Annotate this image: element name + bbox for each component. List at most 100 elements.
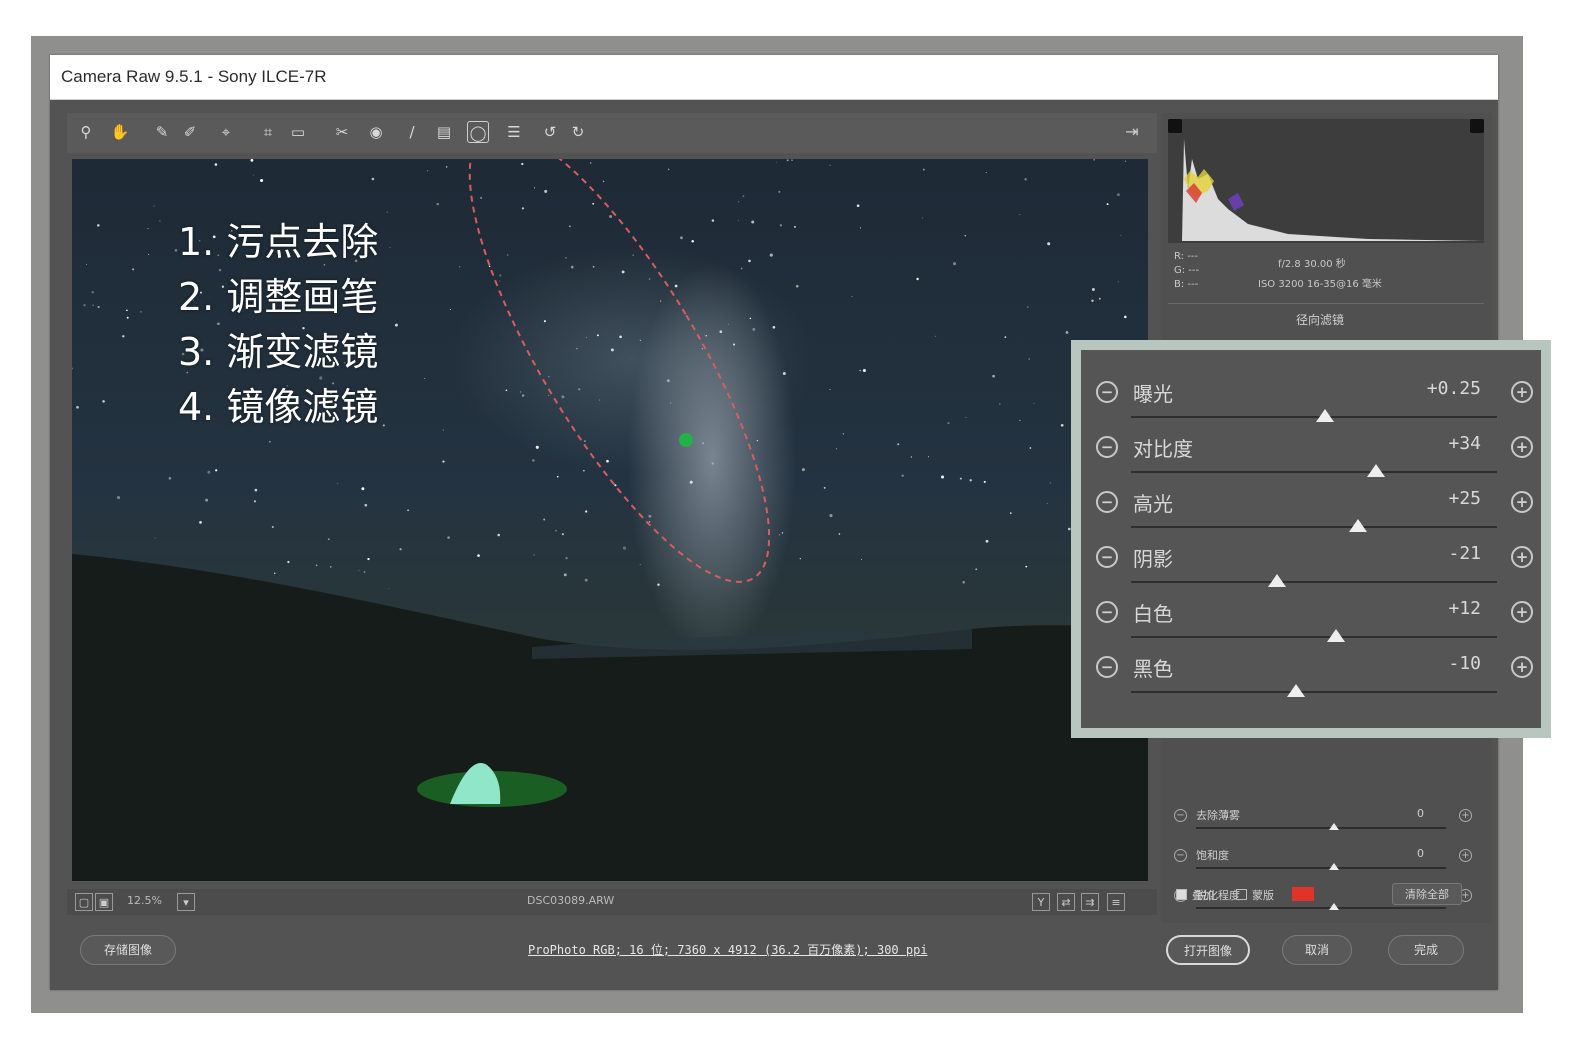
hand-tool-icon[interactable]: ✋ — [109, 121, 131, 143]
adjustment-value[interactable]: +34 — [1381, 433, 1481, 454]
open-image-button[interactable]: 打开图像 — [1166, 935, 1250, 965]
adjustment-slider-thumb[interactable] — [1367, 464, 1386, 477]
preferences-icon[interactable]: ☰ — [503, 121, 525, 143]
decrease-icon[interactable]: − — [1174, 809, 1187, 822]
straighten-tool-icon[interactable]: ▭ — [287, 121, 309, 143]
star — [427, 170, 429, 172]
decrease-icon[interactable]: − — [1096, 546, 1118, 568]
adjustment-slider-track[interactable] — [1131, 581, 1497, 583]
swap-icon[interactable]: ⇄ — [1057, 893, 1075, 911]
star — [367, 557, 370, 561]
crop-tool-icon[interactable]: ⌗ — [257, 121, 279, 143]
increase-icon[interactable]: + — [1511, 601, 1533, 623]
b-readout: B: --- — [1174, 279, 1199, 290]
star — [577, 388, 581, 391]
shadow-clipping-icon[interactable] — [1168, 119, 1182, 133]
zoom-tool-icon[interactable]: ⚲ — [75, 121, 97, 143]
star — [829, 389, 831, 391]
star — [1065, 331, 1069, 334]
done-button[interactable]: 完成 — [1388, 935, 1464, 965]
star — [168, 477, 172, 480]
decrease-icon[interactable]: − — [1096, 381, 1118, 403]
compare-mode-icon[interactable]: ▣ — [95, 893, 113, 911]
adjustment-slider-track[interactable] — [1131, 416, 1497, 418]
increase-icon[interactable]: + — [1511, 656, 1533, 678]
adjustment-row: − 对比度 +34 + — [1081, 427, 1541, 482]
star — [480, 196, 483, 199]
mask-checkbox[interactable] — [1236, 889, 1247, 900]
adjustment-value[interactable]: +25 — [1381, 488, 1481, 509]
red-eye-tool-icon[interactable]: ◉ — [365, 121, 387, 143]
color-sampler-tool-icon[interactable]: ✐ — [179, 121, 201, 143]
adjustment-slider-thumb[interactable] — [1348, 519, 1367, 532]
adjustment-slider-thumb[interactable] — [1315, 409, 1334, 422]
decrease-icon[interactable]: − — [1174, 849, 1187, 862]
preview-menu-icon[interactable]: ≡ — [1107, 893, 1125, 911]
increase-icon[interactable]: + — [1511, 546, 1533, 568]
adjustment-slider-thumb[interactable] — [1326, 629, 1345, 642]
clear-all-button[interactable]: 清除全部 — [1392, 883, 1462, 905]
star — [619, 335, 622, 339]
save-image-button[interactable]: 存储图像 — [80, 935, 176, 965]
adjustment-slider-track[interactable] — [1196, 827, 1446, 829]
adjustment-slider-thumb[interactable] — [1286, 684, 1305, 697]
workflow-options-link[interactable]: ProPhoto RGB; 16 位; 7360 x 4912 (36.2 百万… — [528, 941, 928, 958]
star — [752, 327, 756, 331]
star — [253, 174, 254, 176]
increase-icon[interactable]: + — [1511, 491, 1533, 513]
highlight-clipping-icon[interactable] — [1470, 119, 1484, 133]
adjustments-callout: − 曝光 +0.25 + − 对比度 +34 + − 高光 +25 + − 阴影 -21 + − 白色 +12 + − 黑… — [1071, 340, 1551, 738]
star — [576, 347, 578, 350]
increase-icon[interactable]: + — [1459, 809, 1472, 822]
view-mode-icon[interactable]: ▢ — [75, 893, 93, 911]
adjustment-value[interactable]: +0.25 — [1381, 378, 1481, 399]
rotate-left-icon[interactable]: ↺ — [539, 121, 561, 143]
star — [535, 445, 539, 449]
star — [499, 280, 501, 282]
adjustment-slider-track[interactable] — [1131, 691, 1497, 693]
targeted-adjustment-tool-icon[interactable]: ⌖ — [215, 121, 237, 143]
white-balance-tool-icon[interactable]: ✎ — [151, 121, 173, 143]
star — [983, 480, 986, 483]
spot-removal-tool-icon[interactable]: ✂ — [331, 121, 353, 143]
copy-settings-icon[interactable]: ⇉ — [1081, 893, 1099, 911]
adjustment-value[interactable]: -10 — [1381, 653, 1481, 674]
decrease-icon[interactable]: − — [1096, 491, 1118, 513]
rotate-right-icon[interactable]: ↻ — [567, 121, 589, 143]
star — [91, 291, 94, 294]
increase-icon[interactable]: + — [1511, 436, 1533, 458]
adjustment-slider-thumb[interactable] — [1268, 574, 1287, 587]
star — [449, 309, 451, 310]
zoom-level[interactable]: 12.5% — [127, 894, 162, 907]
adjustment-brush-icon[interactable]: / — [401, 121, 423, 143]
adjustment-value[interactable]: 0 — [1417, 847, 1424, 860]
adjustment-value[interactable]: 0 — [1417, 807, 1424, 820]
adjustment-slider-track[interactable] — [1196, 867, 1446, 869]
adjustment-slider-thumb[interactable] — [1328, 863, 1339, 870]
star — [660, 300, 662, 302]
zoom-dropdown-icon[interactable]: ▾ — [177, 893, 195, 911]
adjustment-slider-thumb[interactable] — [1328, 823, 1339, 830]
decrease-icon[interactable]: − — [1096, 656, 1118, 678]
adjustment-value[interactable]: +12 — [1381, 598, 1481, 619]
toggle-fullscreen-icon[interactable]: ⇥ — [1121, 121, 1143, 143]
before-after-icon[interactable]: Y — [1032, 893, 1050, 911]
cancel-button[interactable]: 取消 — [1282, 935, 1352, 965]
star — [1106, 203, 1109, 206]
graduated-filter-icon[interactable]: ▤ — [433, 121, 455, 143]
star — [947, 422, 950, 425]
adjustment-slider-track[interactable] — [1131, 526, 1497, 528]
overlay-checkbox[interactable] — [1176, 889, 1187, 900]
increase-icon[interactable]: + — [1511, 381, 1533, 403]
adjustment-slider-track[interactable] — [1131, 471, 1497, 473]
star — [859, 227, 862, 229]
increase-icon[interactable]: + — [1459, 849, 1472, 862]
adjustment-value[interactable]: -21 — [1381, 543, 1481, 564]
mask-color-swatch[interactable] — [1292, 887, 1314, 901]
adjustment-slider-track[interactable] — [1131, 636, 1497, 638]
decrease-icon[interactable]: − — [1096, 436, 1118, 458]
radial-filter-icon[interactable]: ◯ — [467, 121, 489, 143]
star — [648, 278, 651, 280]
star — [1124, 160, 1126, 162]
decrease-icon[interactable]: − — [1096, 601, 1118, 623]
